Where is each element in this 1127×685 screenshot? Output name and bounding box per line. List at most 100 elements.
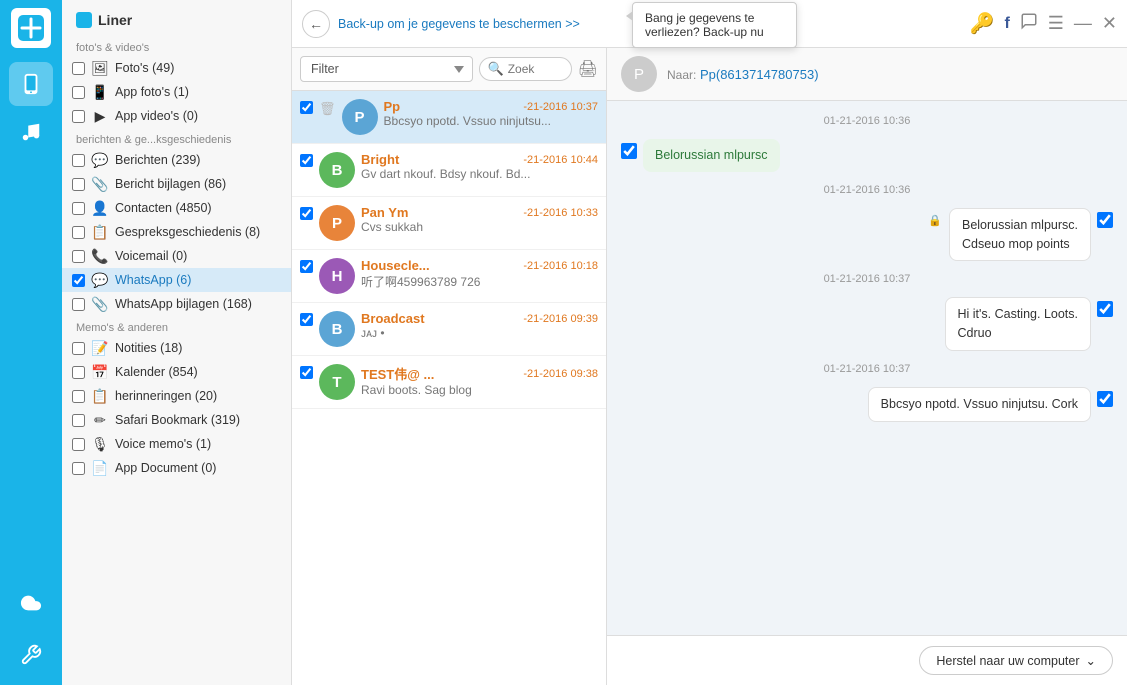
sidebar-item-safari[interactable]: ✏ Safari Bookmark (319) bbox=[62, 408, 291, 432]
kalender-checkbox[interactable] bbox=[72, 366, 85, 379]
voice-memo-label: Voice memo's (1) bbox=[115, 437, 277, 451]
msg-preview-housecle: 听了啊459963789 726 bbox=[361, 273, 598, 290]
sidebar-item-whatsapp[interactable]: 💬 WhatsApp (6) bbox=[62, 268, 291, 292]
bericht-bijlagen-icon: 📎 bbox=[91, 175, 109, 193]
gespreksgesc-checkbox[interactable] bbox=[72, 226, 85, 239]
msg-checkbox-pan-ym[interactable] bbox=[300, 207, 313, 220]
voicemail-checkbox[interactable] bbox=[72, 250, 85, 263]
chat-icon[interactable] bbox=[1020, 12, 1038, 35]
sidebar-item-voicemail[interactable]: 📞 Voicemail (0) bbox=[62, 244, 291, 268]
list-item[interactable]: T TEST伟@ ... -21-2016 09:38 Ravi boots. … bbox=[292, 356, 606, 409]
sidebar-item-fotos[interactable]: 🖼 Foto's (49) bbox=[62, 56, 291, 80]
facebook-icon[interactable]: f bbox=[1004, 15, 1009, 33]
notities-label: Notities (18) bbox=[115, 341, 277, 355]
chat-pane: P Naar: Pp(8613714780753) 01-21-2016 10:… bbox=[607, 48, 1127, 685]
app-doc-checkbox[interactable] bbox=[72, 462, 85, 475]
print-icon[interactable]: 🖨 bbox=[578, 59, 598, 79]
chat-to-label: Naar: bbox=[667, 68, 696, 82]
herinneringen-checkbox[interactable] bbox=[72, 390, 85, 403]
close-button[interactable]: ✕ bbox=[1102, 13, 1117, 34]
whatsapp-checkbox[interactable] bbox=[72, 274, 85, 287]
section-label-photos: foto's & video's bbox=[62, 36, 291, 56]
section-label-memos: Memo's & anderen bbox=[62, 316, 291, 336]
chat-date-1: 01-21-2016 10:36 bbox=[621, 115, 1113, 127]
msg-from-bright: Bright bbox=[361, 152, 399, 167]
safari-icon: ✏ bbox=[91, 411, 109, 429]
msg-checkbox-housecle[interactable] bbox=[300, 260, 313, 273]
app-videos-icon: ▶ bbox=[91, 107, 109, 125]
list-item[interactable]: B Broadcast -21-2016 09:39 ᴊᴀᴊ • bbox=[292, 303, 606, 356]
avatar-test-wei: T bbox=[319, 364, 355, 400]
sidebar-item-app-doc[interactable]: 📄 App Document (0) bbox=[62, 456, 291, 480]
delete-icon-pp[interactable]: 🗑 bbox=[319, 101, 336, 117]
sidebar-item-voice-memo[interactable]: 🎙 Voice memo's (1) bbox=[62, 432, 291, 456]
main-area: ← Back-up om je gegevens te beschermen >… bbox=[292, 0, 1127, 685]
message-row: 🔒 Belorussian mlpursc.Cdseuo mop points bbox=[621, 208, 1113, 262]
sidebar-item-app-fotos[interactable]: 📱 App foto's (1) bbox=[62, 80, 291, 104]
sidebar-item-kalender[interactable]: 📅 Kalender (854) bbox=[62, 360, 291, 384]
filter-select[interactable]: Filter Alle Ongelezen bbox=[300, 56, 473, 82]
avatar-pan-ym: P bbox=[319, 205, 355, 241]
list-item[interactable]: P Pan Ym -21-2016 10:33 Cvs sukkah bbox=[292, 197, 606, 250]
safari-label: Safari Bookmark (319) bbox=[115, 413, 277, 427]
app-videos-checkbox[interactable] bbox=[72, 110, 85, 123]
notities-checkbox[interactable] bbox=[72, 342, 85, 355]
sidebar-item-berichten[interactable]: 💬 Berichten (239) bbox=[62, 148, 291, 172]
message-row: Hi it's. Casting. Loots.Cdruo bbox=[621, 297, 1113, 351]
top-icons: 🔑 f ☰ — ✕ bbox=[970, 11, 1117, 36]
gespreksgesc-icon: 📋 bbox=[91, 223, 109, 241]
phone-icon-btn[interactable] bbox=[9, 62, 53, 106]
sidebar-item-contacten[interactable]: 👤 Contacten (4850) bbox=[62, 196, 291, 220]
msg-time-housecle: -21-2016 10:18 bbox=[523, 260, 598, 272]
menu-icon[interactable]: ☰ bbox=[1048, 13, 1064, 34]
sidebar-item-herinneringen[interactable]: 📋 herinneringen (20) bbox=[62, 384, 291, 408]
kalender-label: Kalender (854) bbox=[115, 365, 277, 379]
msg-checkbox-test-wei[interactable] bbox=[300, 366, 313, 379]
msg-from-broadcast: Broadcast bbox=[361, 311, 425, 326]
bericht-bijlagen-checkbox[interactable] bbox=[72, 178, 85, 191]
sidebar-item-notities[interactable]: 📝 Notities (18) bbox=[62, 336, 291, 360]
sidebar-item-whatsapp-bijlagen[interactable]: 📎 WhatsApp bijlagen (168) bbox=[62, 292, 291, 316]
msg-chk-m2[interactable] bbox=[1097, 212, 1113, 228]
panel-header: Liner bbox=[62, 0, 291, 36]
voice-memo-checkbox[interactable] bbox=[72, 438, 85, 451]
sidebar-item-bericht-bijlagen[interactable]: 📎 Bericht bijlagen (86) bbox=[62, 172, 291, 196]
list-item[interactable]: B Bright -21-2016 10:44 Gv dart nkouf. B… bbox=[292, 144, 606, 197]
restore-button[interactable]: Herstel naar uw computer ⌄ bbox=[919, 646, 1113, 675]
berichten-label: Berichten (239) bbox=[115, 153, 277, 167]
app-fotos-checkbox[interactable] bbox=[72, 86, 85, 99]
msg-chk-m4[interactable] bbox=[1097, 391, 1113, 407]
liner-icon bbox=[76, 12, 92, 28]
cloud-icon-btn[interactable] bbox=[9, 581, 53, 625]
contacten-checkbox[interactable] bbox=[72, 202, 85, 215]
list-item[interactable]: 🗑 P Pp -21-2016 10:37 Bbcsyo npotd. Vssu… bbox=[292, 91, 606, 144]
sidebar-item-gespreksgesc[interactable]: 📋 Gespreksgeschiedenis (8) bbox=[62, 220, 291, 244]
msg-body-pan-ym: Pan Ym -21-2016 10:33 Cvs sukkah bbox=[361, 205, 598, 234]
msg-checkbox-broadcast[interactable] bbox=[300, 313, 313, 326]
fotos-checkbox[interactable] bbox=[72, 62, 85, 75]
tools-icon-btn[interactable] bbox=[9, 633, 53, 677]
safari-checkbox[interactable] bbox=[72, 414, 85, 427]
berichten-checkbox[interactable] bbox=[72, 154, 85, 167]
msg-chk-m3[interactable] bbox=[1097, 301, 1113, 317]
music-icon-btn[interactable] bbox=[9, 110, 53, 154]
bericht-bijlagen-label: Bericht bijlagen (86) bbox=[115, 177, 277, 191]
avatar-bright: B bbox=[319, 152, 355, 188]
chat-date-3: 01-21-2016 10:37 bbox=[621, 273, 1113, 285]
whatsapp-bijlagen-checkbox[interactable] bbox=[72, 298, 85, 311]
search-icon: 🔍 bbox=[488, 61, 504, 77]
msg-checkbox-pp[interactable] bbox=[300, 101, 313, 114]
search-input[interactable] bbox=[508, 62, 563, 76]
minimize-button[interactable]: — bbox=[1074, 13, 1092, 34]
back-button[interactable]: ← bbox=[302, 10, 330, 38]
message-list-items: 🗑 P Pp -21-2016 10:37 Bbcsyo npotd. Vssu… bbox=[292, 91, 606, 685]
voicemail-label: Voicemail (0) bbox=[115, 249, 277, 263]
sidebar-item-app-videos[interactable]: ▶ App video's (0) bbox=[62, 104, 291, 128]
chat-header-info: Naar: Pp(8613714780753) bbox=[667, 67, 1113, 82]
whatsapp-icon: 💬 bbox=[91, 271, 109, 289]
message-row: Bbcsyo npotd. Vssuo ninjutsu. Cork bbox=[621, 387, 1113, 422]
list-item[interactable]: H Housecle... -21-2016 10:18 听了啊45996378… bbox=[292, 250, 606, 303]
msg-chk-m1[interactable] bbox=[621, 143, 637, 159]
key-icon[interactable]: 🔑 bbox=[970, 11, 995, 36]
msg-checkbox-bright[interactable] bbox=[300, 154, 313, 167]
